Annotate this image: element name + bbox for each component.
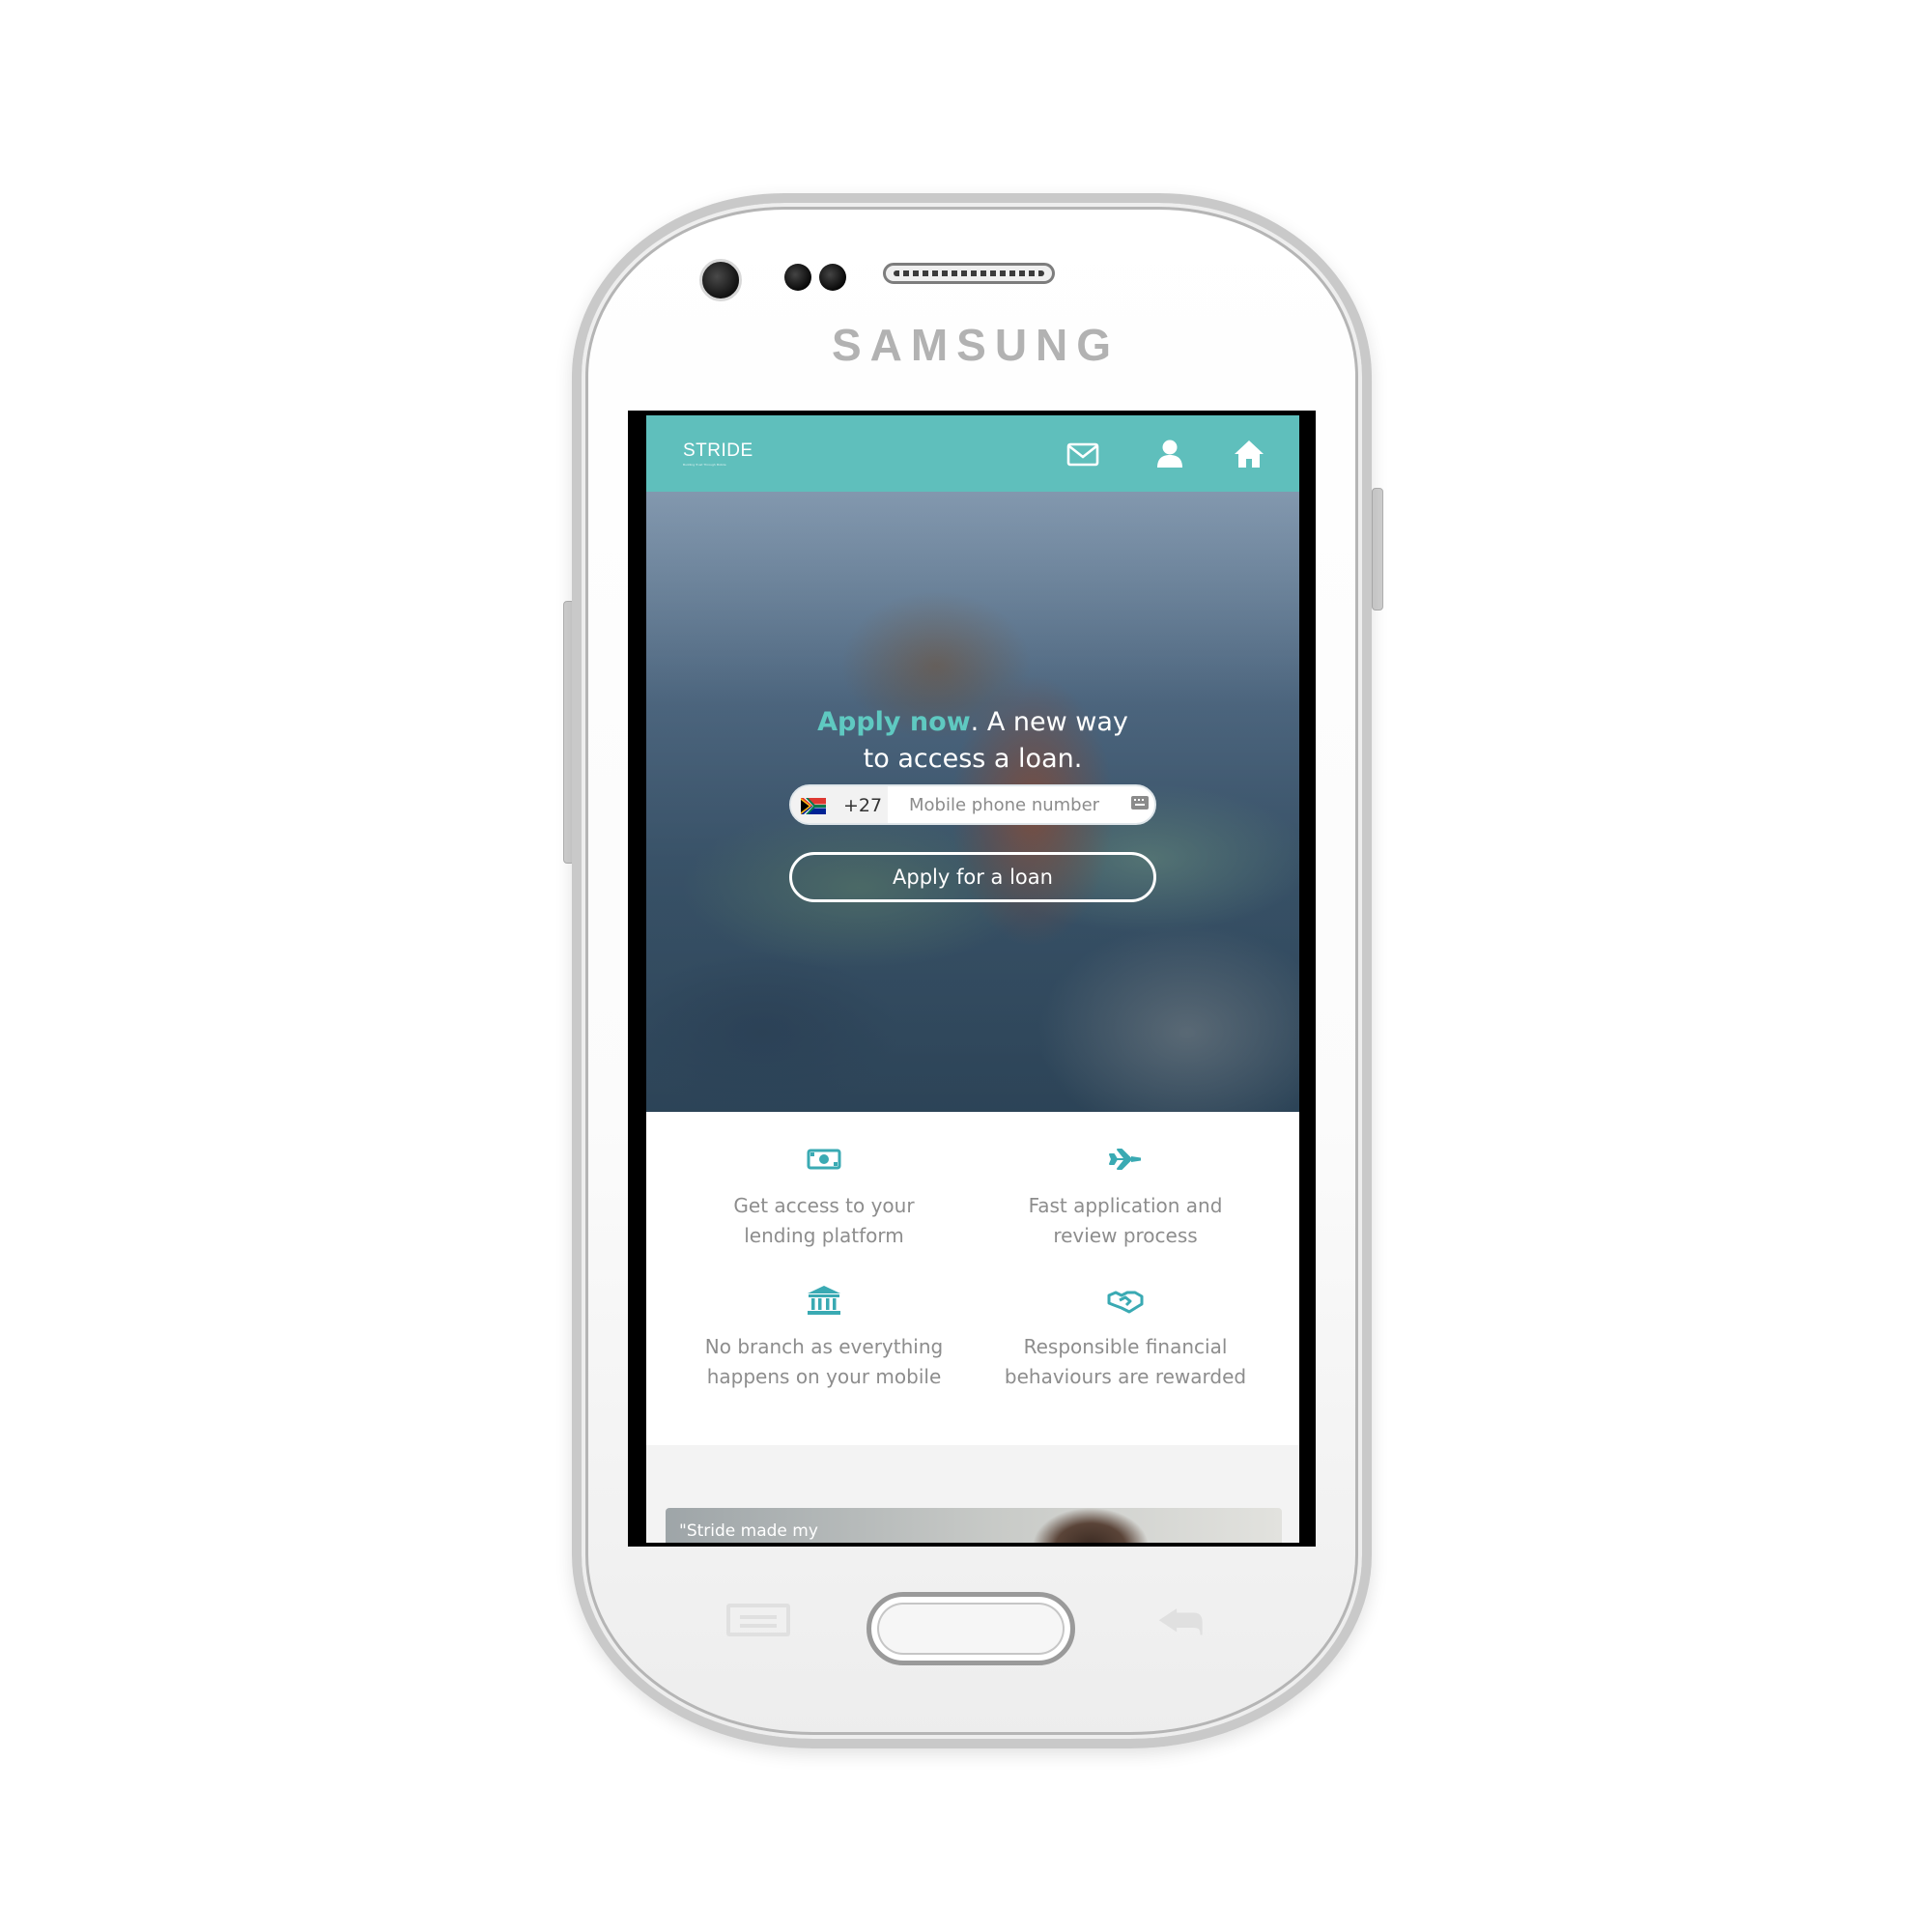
apply-for-loan-button[interactable]: Apply for a loan: [789, 852, 1156, 902]
screen: STRIDE Building Trust Through Mobile App…: [646, 415, 1299, 1543]
testimonial-quote: "Stride made my: [679, 1521, 818, 1541]
feature-item: Fast application and review process: [980, 1143, 1270, 1251]
country-code: +27: [843, 795, 883, 816]
hero-headline: Apply now. A new way to access a loan.: [646, 704, 1299, 778]
features-section: Get access to your lending platform Fast …: [646, 1112, 1299, 1445]
back-key-icon[interactable]: ⮪: [1157, 1598, 1204, 1648]
apply-now-link[interactable]: Apply now: [817, 707, 971, 737]
feature-text: Responsible financial behaviours are rewa…: [1004, 1335, 1247, 1388]
home-button[interactable]: [867, 1592, 1075, 1665]
airplane-icon: [1109, 1149, 1141, 1170]
stage: SAMSUNG STRIDE Building Trust Through Mo…: [0, 0, 1932, 1932]
bank-icon: [808, 1286, 840, 1315]
testimonial-photo: [1023, 1508, 1158, 1543]
stride-logo[interactable]: STRIDE Building Trust Through Mobile: [683, 440, 753, 467]
hero-section: Apply now. A new way to access a loan. +…: [646, 492, 1299, 1112]
feature-text: Get access to your lending platform: [733, 1194, 915, 1247]
earpiece-speaker: [883, 263, 1055, 284]
device-brand: SAMSUNG: [831, 320, 1121, 370]
hero-photo-highlight: [646, 492, 1299, 704]
feature-text: No branch as everything happens on your m…: [704, 1335, 944, 1388]
power-button[interactable]: [1372, 488, 1383, 611]
headline-line-2: to access a loan.: [863, 744, 1083, 774]
logo-tagline: Building Trust Through Mobile: [683, 463, 726, 467]
mail-icon[interactable]: [1064, 435, 1102, 473]
keyboard-icon: [1131, 796, 1149, 810]
south-africa-flag-icon: [801, 798, 826, 814]
menu-key-icon[interactable]: [726, 1604, 790, 1636]
top-nav-bar: STRIDE Building Trust Through Mobile: [646, 415, 1299, 492]
proximity-sensor: [784, 264, 811, 291]
handshake-icon: [1107, 1291, 1144, 1314]
feature-text: Fast application and review process: [1028, 1194, 1223, 1247]
country-code-selector[interactable]: +27: [791, 786, 888, 823]
mobile-phone-input[interactable]: [894, 786, 1131, 823]
feature-item: Get access to your lending platform: [679, 1143, 969, 1251]
feature-item: Responsible financial behaviours are rewa…: [980, 1284, 1270, 1392]
front-camera: [699, 259, 742, 301]
light-sensor: [819, 264, 846, 291]
home-icon[interactable]: [1230, 435, 1268, 473]
phone-number-input-group: +27: [789, 784, 1156, 825]
feature-item: No branch as everything happens on your m…: [679, 1284, 969, 1392]
testimonial-card[interactable]: "Stride made my: [666, 1508, 1282, 1543]
logo-text: STRIDE: [683, 440, 753, 461]
user-icon[interactable]: [1151, 435, 1189, 473]
headline-text: . A new way: [970, 707, 1128, 737]
money-icon: [807, 1149, 841, 1170]
